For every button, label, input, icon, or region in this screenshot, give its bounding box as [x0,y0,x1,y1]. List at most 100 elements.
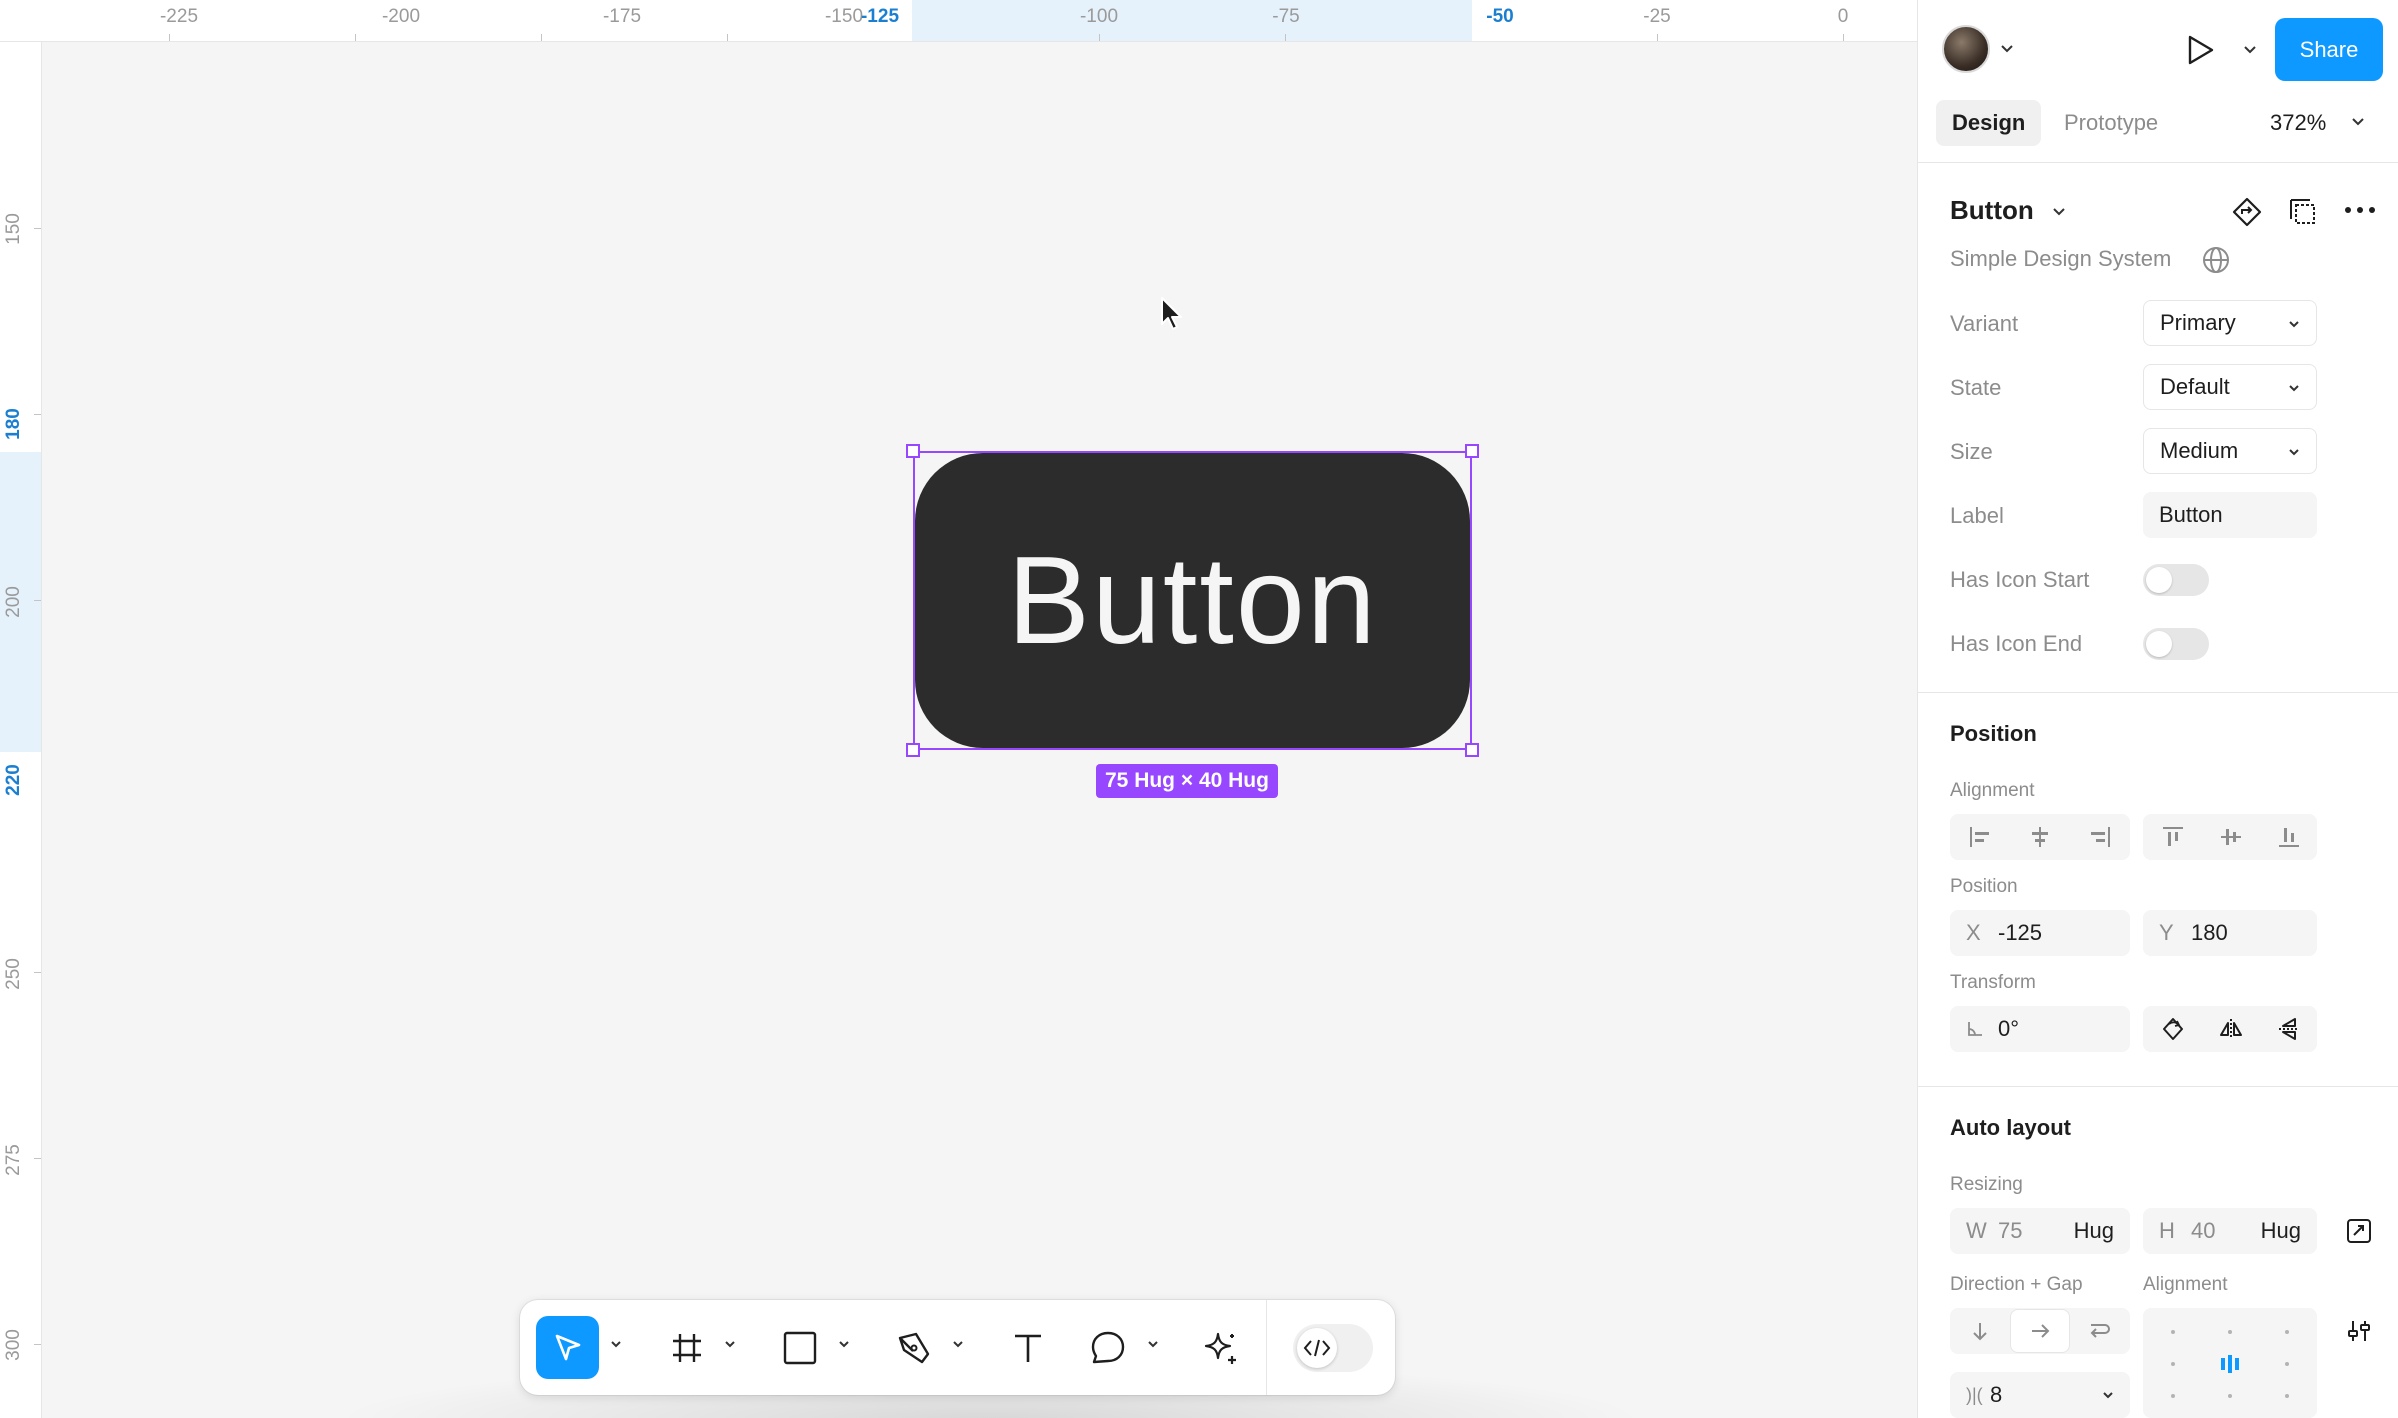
align-horizontal-center-icon[interactable] [2010,814,2070,860]
property-label-variant: Variant [1950,311,2019,336]
align-vertical-center-icon[interactable] [2201,814,2261,860]
ruler-top-tick-selected: -50 [1486,6,1514,27]
ruler-top: -225 -200 -175 -150 -125 -100 -75 -50 -2… [0,0,1917,42]
text-tool-button[interactable] [996,1316,1059,1379]
chevron-down-icon[interactable] [610,1338,622,1350]
dev-mode-toggle[interactable] [1293,1324,1373,1372]
chevron-down-icon[interactable] [2243,44,2257,56]
x-position-input[interactable]: X -125 [1950,910,2130,956]
rotate-90-icon[interactable] [2143,1006,2203,1052]
width-input[interactable]: W 75 Hug [1950,1208,2130,1254]
resize-handle-top-right[interactable] [1465,444,1479,458]
mouse-cursor-icon [1160,296,1186,332]
flip-horizontal-icon[interactable] [2201,1006,2261,1052]
chevron-down-icon[interactable] [838,1338,850,1350]
resize-handle-bottom-left[interactable] [906,743,920,757]
h-mode[interactable]: Hug [2261,1208,2301,1254]
align-bottom-icon[interactable] [2259,814,2319,860]
arrow-right-icon[interactable] [2010,1309,2070,1353]
zoom-level[interactable]: 372% [2270,100,2326,146]
move-tool-button[interactable] [536,1316,599,1379]
present-play-button[interactable] [2186,34,2216,66]
divider [1918,1086,2398,1087]
tab-prototype[interactable]: Prototype [2048,100,2174,146]
selection-outline [913,451,1472,750]
chevron-down-icon[interactable] [1147,1338,1159,1350]
detach-instance-icon[interactable] [2288,197,2318,227]
label-text-input[interactable]: Button [2143,492,2317,538]
ruler-left-tick-selected: 220 [3,764,24,796]
ruler-left: 150 180 200 220 250 275 300 [0,42,42,1418]
chevron-down-icon[interactable] [952,1338,964,1350]
more-options-icon[interactable] [2343,205,2377,215]
ruler-left-tick-selected: 180 [3,408,24,440]
wrap-icon[interactable] [2070,1308,2130,1354]
y-position-input[interactable]: Y 180 [2143,910,2317,956]
text-t-icon [1014,1334,1041,1362]
go-to-main-component-icon[interactable] [2231,196,2263,228]
ruler-left-tick: 200 [3,586,24,618]
y-prefix: Y [2159,920,2174,945]
alignment-center-marker-icon [2219,1354,2241,1374]
horizontal-alignment-group [1950,814,2130,860]
h-value: 40 [2191,1218,2216,1243]
align-top-icon[interactable] [2143,814,2203,860]
property-label-has-icon-start: Has Icon Start [1950,567,2090,592]
component-name[interactable]: Button [1950,195,2034,226]
alignment-grid[interactable] [2143,1308,2317,1418]
globe-icon [2202,246,2230,274]
code-brackets-icon [1297,1328,1337,1368]
bottom-toolbar [520,1300,1395,1395]
chevron-down-icon[interactable] [724,1338,736,1350]
property-label-has-icon-end: Has Icon End [1950,631,2083,656]
resizing-label: Resizing [1950,1174,2023,1195]
tab-design[interactable]: Design [1936,100,2042,146]
size-dropdown[interactable]: Medium [2143,428,2317,474]
actions-tool-button[interactable] [1190,1316,1253,1379]
comment-tool-button[interactable] [1076,1316,1139,1379]
rotation-input[interactable]: 0° [1950,1006,2130,1052]
ruler-top-tick: -100 [1079,6,1119,27]
w-mode[interactable]: Hug [2074,1208,2114,1254]
share-button[interactable]: Share [2275,18,2383,81]
alignment-label: Alignment [1950,780,2035,801]
angle-icon [1966,1008,1984,1038]
size-badge: 75 Hug × 40 Hug [1096,764,1278,798]
chevron-down-icon[interactable] [2351,116,2365,128]
gap-input[interactable]: )|( 8 [1950,1372,2130,1418]
flip-vertical-icon[interactable] [2259,1006,2319,1052]
divider [1918,692,2398,693]
avatar[interactable] [1942,25,1990,73]
variant-dropdown[interactable]: Primary [2143,300,2317,346]
resize-handle-top-left[interactable] [906,444,920,458]
position-section-title: Position [1950,721,2037,746]
chevron-down-icon[interactable] [2102,1372,2114,1401]
resize-handle-bottom-right[interactable] [1465,743,1479,757]
has-icon-end-toggle[interactable] [2143,628,2209,660]
ruler-left-tick: 275 [3,1144,24,1176]
ruler-top-tick-selected: -125 [860,6,900,27]
state-dropdown[interactable]: Default [2143,364,2317,410]
rectangle-tool-button[interactable] [768,1316,831,1379]
library-name[interactable]: Simple Design System [1950,246,2171,272]
pen-tool-button[interactable] [882,1316,945,1379]
align-left-icon[interactable] [1950,814,2010,860]
height-input[interactable]: H 40 Hug [2143,1208,2317,1254]
layout-settings-icon[interactable] [2346,1318,2372,1344]
arrow-down-icon[interactable] [1950,1308,2010,1354]
h-prefix: H [2159,1218,2175,1243]
align-right-icon[interactable] [2070,814,2130,860]
vertical-alignment-group [2143,814,2317,860]
has-icon-start-toggle[interactable] [2143,564,2209,596]
chevron-down-icon [2288,446,2300,458]
direction-group [1950,1308,2130,1354]
x-value: -125 [1998,920,2043,945]
frame-tool-button[interactable] [655,1316,718,1379]
chevron-down-icon[interactable] [2000,43,2014,55]
ruler-top-tick: 0 [1837,6,1849,27]
property-label-label: Label [1950,503,2004,528]
gap-icon: )|( [1966,1385,1983,1405]
resize-to-fit-icon[interactable] [2346,1218,2372,1244]
chevron-down-icon[interactable] [2052,206,2066,218]
chevron-down-icon [2288,382,2300,394]
